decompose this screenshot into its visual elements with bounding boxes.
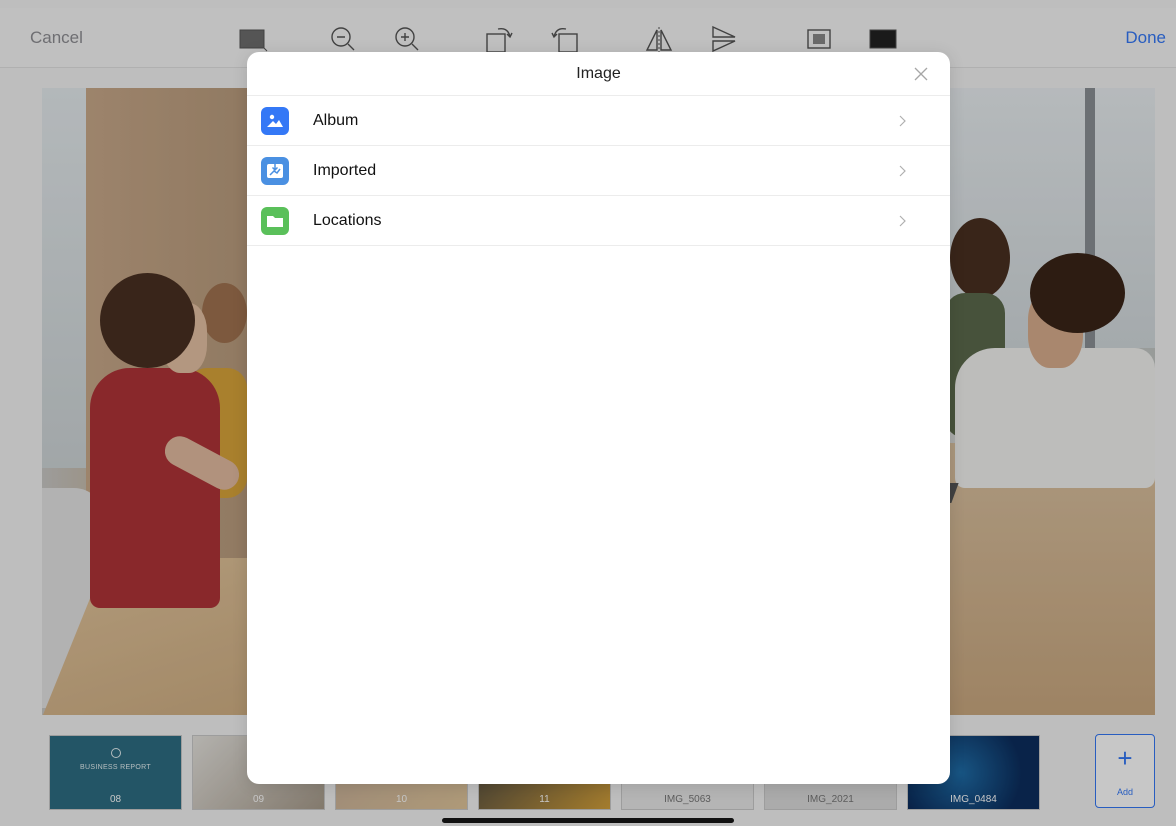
list-item-imported[interactable]: Imported <box>247 146 950 196</box>
folder-icon <box>261 207 289 235</box>
close-icon[interactable] <box>910 63 932 85</box>
list-item-locations[interactable]: Locations <box>247 196 950 246</box>
dialog-header: Image <box>247 52 950 96</box>
list-item-label: Album <box>313 112 359 129</box>
list-item-label: Locations <box>313 212 382 229</box>
home-indicator[interactable] <box>442 818 734 823</box>
dialog-title: Image <box>576 65 621 82</box>
chevron-right-icon <box>899 165 906 177</box>
image-source-dialog: Image Album Imported Locations <box>247 52 950 784</box>
imported-icon <box>261 157 289 185</box>
album-icon <box>261 107 289 135</box>
chevron-right-icon <box>899 115 906 127</box>
list-item-album[interactable]: Album <box>247 96 950 146</box>
list-item-label: Imported <box>313 162 377 179</box>
chevron-right-icon <box>899 215 906 227</box>
